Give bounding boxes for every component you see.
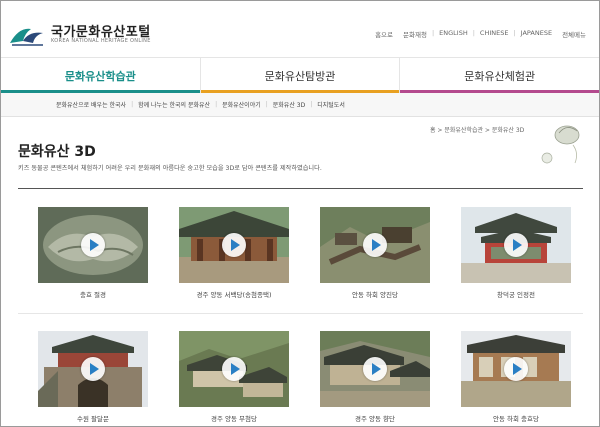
thumbnail[interactable] [38, 331, 148, 407]
tab-label: 문화유산탐방관 [264, 69, 336, 83]
item-caption[interactable]: 경주 양동 무첨당 [179, 413, 289, 423]
thumbnail[interactable] [179, 207, 289, 283]
header: 국가문화유산포털 KOREA NATIONAL HERITAGE ONLINE … [1, 1, 599, 57]
grid-item[interactable]: 창덕궁 인정전 [441, 201, 581, 301]
util-link-english[interactable]: ENGLISH [434, 29, 473, 39]
thumbnail[interactable] [179, 331, 289, 407]
grid-item[interactable]: 경주 양동 향단 [300, 325, 440, 425]
grid-item[interactable]: 경주 양동 서백당(송첨종택) [159, 201, 299, 301]
util-link-home[interactable]: 홈으로 [370, 29, 398, 39]
subnav-item-korean-history[interactable]: 문화유산으로 배우는 한국사 [51, 100, 131, 109]
thumbnail[interactable] [461, 207, 571, 283]
page-frame: 국가문화유산포털 KOREA NATIONAL HERITAGE ONLINE … [0, 0, 600, 427]
page-title: 문화유산 3D [18, 144, 96, 160]
util-link-japanese[interactable]: JAPANESE [516, 29, 557, 39]
util-link-all-menu[interactable]: 전체메뉴 [557, 29, 591, 39]
tab-label: 문화유산체험관 [464, 69, 536, 83]
tab-heritage-experience[interactable]: 문화유산체험관 [400, 58, 599, 93]
grid-item[interactable]: 안동 하회 충효당 [441, 325, 581, 425]
subnav-item-shared-heritage[interactable]: 함께 나누는 한국의 문화유산 [133, 100, 215, 109]
grid-item[interactable]: 충효 절경 [18, 201, 158, 301]
breadcrumb: 홈 > 문화유산학습관 > 문화유산 3D [430, 127, 525, 134]
row-divider [18, 313, 583, 314]
thumbnail[interactable] [38, 207, 148, 283]
thumbnail[interactable] [320, 207, 430, 283]
play-icon[interactable] [81, 357, 105, 381]
title-divider [18, 188, 583, 189]
decorative-illustration-icon [541, 125, 580, 164]
item-caption[interactable]: 충효 절경 [38, 289, 148, 299]
play-icon[interactable] [222, 357, 246, 381]
item-caption[interactable]: 안동 하회 양진당 [320, 289, 430, 299]
subnav-item-heritage-3d[interactable]: 문화유산 3D [268, 100, 310, 109]
play-icon[interactable] [81, 233, 105, 257]
play-icon[interactable] [504, 233, 528, 257]
thumbnail[interactable] [320, 331, 430, 407]
logo-mark-icon [10, 28, 43, 46]
item-caption[interactable]: 수원 팔달문 [38, 413, 148, 423]
play-icon[interactable] [504, 357, 528, 381]
item-caption[interactable]: 경주 양동 향단 [320, 413, 430, 423]
item-caption[interactable]: 안동 하회 충효당 [461, 413, 571, 423]
grid-item[interactable]: 안동 하회 양진당 [300, 201, 440, 301]
tab-heritage-learning[interactable]: 문화유산학습관 [1, 58, 201, 93]
subnav-item-heritage-stories[interactable]: 문화유산이야기 [217, 100, 266, 109]
util-link-cha[interactable]: 문화재청 [398, 29, 432, 39]
play-icon[interactable] [363, 233, 387, 257]
util-link-chinese[interactable]: CHINESE [475, 29, 514, 39]
logo-subtitle: KOREA NATIONAL HERITAGE ONLINE [51, 38, 151, 44]
sub-nav: 문화유산으로 배우는 한국사 | 함께 나누는 한국의 문화유산 | 문화유산이… [1, 93, 599, 117]
tab-heritage-exploration[interactable]: 문화유산탐방관 [200, 58, 401, 93]
play-icon[interactable] [222, 233, 246, 257]
site-logo[interactable]: 국가문화유산포털 KOREA NATIONAL HERITAGE ONLINE [9, 21, 209, 51]
tab-label: 문화유산학습관 [64, 69, 136, 83]
main-nav: 문화유산학습관 문화유산탐방관 문화유산체험관 [1, 57, 599, 93]
thumbnail[interactable] [461, 331, 571, 407]
item-caption[interactable]: 창덕궁 인정전 [461, 289, 571, 299]
play-icon[interactable] [363, 357, 387, 381]
grid-item[interactable]: 수원 팔달문 [18, 325, 158, 425]
page-description: 키즈 동물공 콘텐츠에서 체험하기 어려운 우리 문화재의 아름다운 숭고한 모… [18, 165, 322, 172]
utility-links: 홈으로 문화재청 | ENGLISH | CHINESE | JAPANESE … [370, 29, 591, 39]
item-caption[interactable]: 경주 양동 서백당(송첨종택) [179, 289, 289, 299]
subnav-item-digital-books[interactable]: 디지털도서 [312, 100, 350, 109]
grid-item[interactable]: 경주 양동 무첨당 [159, 325, 299, 425]
